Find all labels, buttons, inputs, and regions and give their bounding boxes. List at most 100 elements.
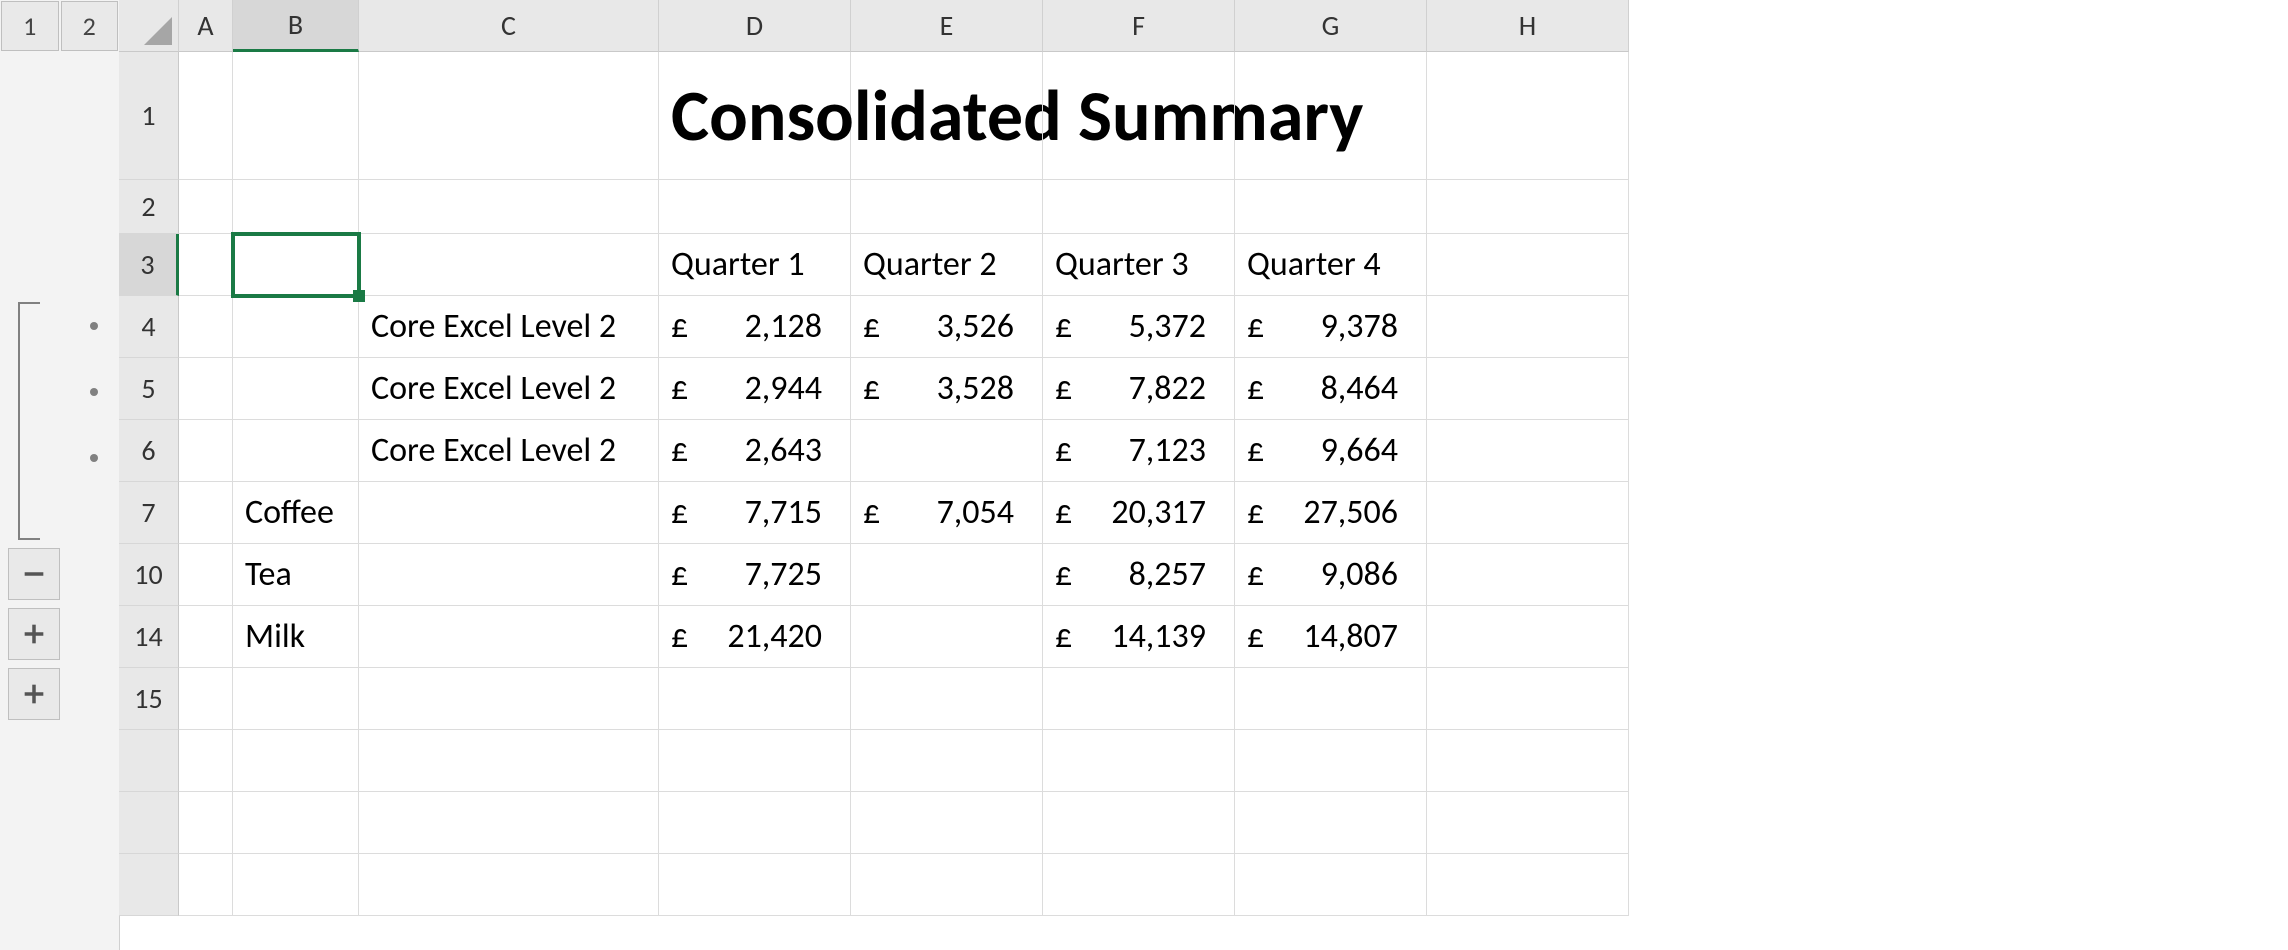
cell-B10[interactable]: Tea — [233, 544, 359, 606]
title-cell[interactable]: Consolidated Summary — [659, 52, 851, 180]
cell-F5[interactable]: £7,822 — [1043, 358, 1235, 420]
cell-H5[interactable] — [1427, 358, 1629, 420]
cell-G14[interactable]: £14,807 — [1235, 606, 1427, 668]
column-header-C[interactable]: C — [359, 0, 659, 52]
row-header-6[interactable]: 6 — [119, 420, 179, 482]
cell-Hblank[interactable] — [1427, 854, 1629, 916]
cell-G7[interactable]: £27,506 — [1235, 482, 1427, 544]
cell-B4[interactable] — [233, 296, 359, 358]
cell-G15[interactable] — [1235, 668, 1427, 730]
cell-E1[interactable] — [851, 52, 1043, 180]
cell-Hblank[interactable] — [1427, 792, 1629, 854]
cell-E15[interactable] — [851, 668, 1043, 730]
column-header-D[interactable]: D — [659, 0, 851, 52]
cell-F6[interactable]: £7,123 — [1043, 420, 1235, 482]
cell-G5[interactable]: £8,464 — [1235, 358, 1427, 420]
row-header-5[interactable]: 5 — [119, 358, 179, 420]
cell-B15[interactable] — [233, 668, 359, 730]
cell-Gblank[interactable] — [1235, 730, 1427, 792]
cell-Cblank[interactable] — [359, 730, 659, 792]
cell-E7[interactable]: £7,054 — [851, 482, 1043, 544]
cell-F2[interactable] — [1043, 180, 1235, 234]
header-quarter-1[interactable]: Quarter 1 — [659, 234, 851, 296]
header-quarter-4[interactable]: Quarter 4 — [1235, 234, 1427, 296]
cell-A4[interactable] — [179, 296, 233, 358]
cell-C15[interactable] — [359, 668, 659, 730]
header-quarter-2[interactable]: Quarter 2 — [851, 234, 1043, 296]
row-header-14[interactable]: 14 — [119, 606, 179, 668]
cell-Fblank[interactable] — [1043, 854, 1235, 916]
cell-Cblank[interactable] — [359, 792, 659, 854]
cell-D14[interactable]: £21,420 — [659, 606, 851, 668]
cell-E6[interactable] — [851, 420, 1043, 482]
cell-A1[interactable] — [179, 52, 233, 180]
cell-Dblank[interactable] — [659, 854, 851, 916]
cell-D6[interactable]: £2,643 — [659, 420, 851, 482]
cell-H15[interactable] — [1427, 668, 1629, 730]
column-header-F[interactable]: F — [1043, 0, 1235, 52]
cell-Eblank[interactable] — [851, 792, 1043, 854]
cell-E2[interactable] — [851, 180, 1043, 234]
cell-F1[interactable] — [1043, 52, 1235, 180]
cell-B2[interactable] — [233, 180, 359, 234]
row-header-2[interactable]: 2 — [119, 180, 179, 234]
cell-Bblank[interactable] — [233, 792, 359, 854]
cell-Cblank[interactable] — [359, 854, 659, 916]
cell-Dblank[interactable] — [659, 730, 851, 792]
cell-Bblank[interactable] — [233, 854, 359, 916]
cell-B7[interactable]: Coffee — [233, 482, 359, 544]
cell-B1[interactable] — [233, 52, 359, 180]
cell-C1[interactable] — [359, 52, 659, 180]
cell-E10[interactable] — [851, 544, 1043, 606]
cell-G10[interactable]: £9,086 — [1235, 544, 1427, 606]
cell-Fblank[interactable] — [1043, 730, 1235, 792]
cell-D5[interactable]: £2,944 — [659, 358, 851, 420]
cell-H6[interactable] — [1427, 420, 1629, 482]
cell-Ablank[interactable] — [179, 730, 233, 792]
cell-H4[interactable] — [1427, 296, 1629, 358]
column-header-A[interactable]: A — [179, 0, 233, 52]
row-header-1[interactable]: 1 — [119, 52, 179, 180]
cell-C10[interactable] — [359, 544, 659, 606]
outline-expand-button[interactable] — [8, 668, 60, 720]
cell-H10[interactable] — [1427, 544, 1629, 606]
cell-H3[interactable] — [1427, 234, 1629, 296]
cell-A6[interactable] — [179, 420, 233, 482]
cell-Bblank[interactable] — [233, 730, 359, 792]
cell-D10[interactable]: £7,725 — [659, 544, 851, 606]
cell-D15[interactable] — [659, 668, 851, 730]
row-header-15[interactable]: 15 — [119, 668, 179, 730]
cell-D7[interactable]: £7,715 — [659, 482, 851, 544]
column-header-H[interactable]: H — [1427, 0, 1629, 52]
cell-B14[interactable]: Milk — [233, 606, 359, 668]
cell-F7[interactable]: £20,317 — [1043, 482, 1235, 544]
cell-Fblank[interactable] — [1043, 792, 1235, 854]
cell-Gblank[interactable] — [1235, 854, 1427, 916]
column-header-G[interactable]: G — [1235, 0, 1427, 52]
cell-G6[interactable]: £9,664 — [1235, 420, 1427, 482]
cell-A5[interactable] — [179, 358, 233, 420]
cell-E5[interactable]: £3,528 — [851, 358, 1043, 420]
cell-H14[interactable] — [1427, 606, 1629, 668]
row-header-4[interactable]: 4 — [119, 296, 179, 358]
cell-C14[interactable] — [359, 606, 659, 668]
cell-G1[interactable] — [1235, 52, 1427, 180]
cell-C5[interactable]: Core Excel Level 2 — [359, 358, 659, 420]
outline-collapse-button[interactable] — [8, 548, 60, 600]
cell-D4[interactable]: £2,128 — [659, 296, 851, 358]
cell-H2[interactable] — [1427, 180, 1629, 234]
cell-F14[interactable]: £14,139 — [1043, 606, 1235, 668]
cell-Ablank[interactable] — [179, 792, 233, 854]
column-header-E[interactable]: E — [851, 0, 1043, 52]
cell-F10[interactable]: £8,257 — [1043, 544, 1235, 606]
cell-Eblank[interactable] — [851, 854, 1043, 916]
outline-expand-button[interactable] — [8, 608, 60, 660]
cell-Hblank[interactable] — [1427, 730, 1629, 792]
row-header-10[interactable]: 10 — [119, 544, 179, 606]
cell-A10[interactable] — [179, 544, 233, 606]
row-header-3[interactable]: 3 — [119, 234, 179, 296]
cell-A15[interactable] — [179, 668, 233, 730]
cell-C7[interactable] — [359, 482, 659, 544]
select-all-corner[interactable] — [119, 0, 179, 52]
cell-H1[interactable] — [1427, 52, 1629, 180]
